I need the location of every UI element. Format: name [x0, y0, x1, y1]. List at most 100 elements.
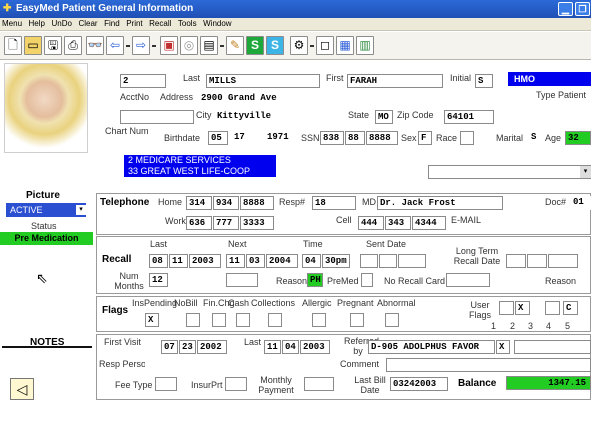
last-visit-day[interactable]: 04	[282, 340, 299, 354]
menu-item-undo[interactable]: UnDo	[50, 18, 74, 28]
window-icon[interactable]: ◻	[316, 36, 334, 55]
menu-item-recall[interactable]: Recall	[147, 18, 173, 28]
state-field[interactable]: MO	[375, 110, 393, 124]
back-arrow-icon[interactable]: ⇦	[106, 36, 124, 55]
resp-person-field[interactable]	[145, 358, 325, 372]
flag-checkbox[interactable]	[212, 313, 226, 327]
menu-item-menu[interactable]: Menu	[0, 18, 24, 28]
spreadsheet-icon[interactable]: ▥	[356, 36, 374, 55]
status-select[interactable]: ACTIVE	[6, 203, 86, 217]
minimize-button[interactable]: ▁	[558, 2, 573, 16]
ssn-part1-field[interactable]: 838	[320, 131, 344, 145]
last-bill-date-field[interactable]: 03242003	[390, 377, 448, 391]
first-visit-day[interactable]: 23	[179, 340, 196, 354]
chevron-down-icon[interactable]: ▾	[76, 205, 86, 215]
race-field[interactable]	[460, 131, 474, 145]
fee-type-field[interactable]	[155, 377, 177, 391]
first-visit-year[interactable]: 2002	[197, 340, 227, 354]
binoculars-icon[interactable]: 👓	[86, 36, 104, 55]
reason-code-field[interactable]: PH	[307, 273, 323, 287]
last-visit-month[interactable]: 11	[264, 340, 281, 354]
gift-icon[interactable]: ▣	[160, 36, 178, 55]
plan-type-select[interactable]: HMO	[508, 72, 591, 86]
recall-last-month[interactable]: 08	[149, 254, 168, 268]
resp-field[interactable]: 18	[312, 196, 356, 210]
work-phone-area[interactable]: 636	[186, 216, 212, 230]
chevron-down-icon[interactable]: ▾	[580, 166, 591, 178]
zip-field[interactable]: 64101	[444, 110, 494, 124]
menu-item-clear[interactable]: Clear	[76, 18, 99, 28]
city-field[interactable]: Kittyville	[215, 110, 335, 124]
patient-id-field[interactable]: 2	[120, 74, 166, 88]
menu-item-print[interactable]: Print	[124, 18, 144, 28]
referred-by-field[interactable]: D-905 ADOLPHUS FAVOR	[368, 340, 495, 354]
ssn-part2-field[interactable]: 88	[345, 131, 365, 145]
address-field[interactable]: 2900 Grand Ave	[199, 92, 369, 106]
home-phone-prefix[interactable]: 934	[213, 196, 239, 210]
user-flag-box[interactable]	[499, 301, 514, 315]
flag-checkbox[interactable]	[312, 313, 326, 327]
new-document-icon[interactable]: 🗋	[4, 36, 22, 55]
longterm-year[interactable]	[548, 254, 578, 268]
home-phone-area[interactable]: 314	[186, 196, 212, 210]
save-icon[interactable]: 🖫	[44, 36, 62, 55]
comment-field[interactable]	[386, 358, 591, 372]
flag-checkbox[interactable]: X	[145, 313, 159, 327]
acctno-field[interactable]	[120, 110, 194, 124]
cell-phone-area[interactable]: 444	[358, 216, 384, 230]
user-flag-box[interactable]: X	[515, 301, 530, 315]
sent-day[interactable]	[379, 254, 397, 268]
cell-phone-prefix[interactable]: 343	[385, 216, 411, 230]
recall-next-month[interactable]: 11	[226, 254, 245, 268]
recall-next-day[interactable]: 03	[246, 254, 265, 268]
s-icon[interactable]: S	[266, 36, 284, 55]
forward-arrow-icon[interactable]: ⇨	[132, 36, 150, 55]
premed-checkbox[interactable]	[361, 273, 373, 287]
sent-month[interactable]	[360, 254, 378, 268]
patient-dropdown[interactable]	[428, 165, 591, 179]
work-phone-line[interactable]: 3333	[240, 216, 274, 230]
menu-item-find[interactable]: Find	[102, 18, 122, 28]
doc-field[interactable]: 01	[571, 196, 591, 210]
flag-checkbox[interactable]	[236, 313, 250, 327]
initial-field[interactable]: S	[475, 74, 493, 88]
flag-checkbox[interactable]	[350, 313, 364, 327]
first-visit-month[interactable]: 07	[161, 340, 178, 354]
first-name-field[interactable]: FARAH	[347, 74, 443, 88]
pen-icon[interactable]: ✎	[226, 36, 244, 55]
insur-prt-field[interactable]	[225, 377, 247, 391]
menu-item-help[interactable]: Help	[27, 18, 47, 28]
coin-icon[interactable]: ◎	[180, 36, 198, 55]
md-field[interactable]: Dr. Jack Frost	[377, 196, 503, 210]
speaker-icon[interactable]: ◁	[10, 378, 34, 400]
birth-month-field[interactable]: 05	[208, 131, 228, 145]
grid-icon[interactable]: ▦	[336, 36, 354, 55]
recall-time-hour[interactable]: 04	[302, 254, 321, 268]
no-recall-card-field[interactable]	[446, 273, 490, 287]
user-flag-box[interactable]	[545, 301, 560, 315]
cell-phone-line[interactable]: 4344	[412, 216, 446, 230]
birth-year-field[interactable]: 1971	[265, 131, 295, 145]
flag-checkbox[interactable]	[268, 313, 282, 327]
recall-reason-field[interactable]	[226, 273, 258, 287]
restore-button[interactable]: ❐	[575, 2, 590, 16]
flag-checkbox[interactable]	[186, 313, 200, 327]
num-months-field[interactable]: 12	[149, 273, 168, 287]
recall-next-year[interactable]: 2004	[266, 254, 298, 268]
longterm-month[interactable]	[506, 254, 526, 268]
wrench-icon[interactable]: ⚙	[290, 36, 308, 55]
calculator-icon[interactable]: ▤	[200, 36, 218, 55]
sex-field[interactable]: F	[418, 131, 432, 145]
insurance-item[interactable]: 33 GREAT WEST LIFE-COOP	[124, 166, 276, 177]
s-icon[interactable]: S	[246, 36, 264, 55]
folder-icon[interactable]: ▭	[24, 36, 42, 55]
patient-photo[interactable]	[4, 63, 88, 153]
sent-year[interactable]	[398, 254, 426, 268]
print-icon[interactable]: ⎙	[64, 36, 82, 55]
marital-field[interactable]: S	[529, 131, 541, 145]
birth-day-field[interactable]: 17	[232, 131, 252, 145]
referred-flag[interactable]: X	[496, 340, 510, 354]
menu-item-tools[interactable]: Tools	[176, 18, 199, 28]
ssn-part3-field[interactable]: 8888	[366, 131, 398, 145]
flag-checkbox[interactable]	[385, 313, 399, 327]
